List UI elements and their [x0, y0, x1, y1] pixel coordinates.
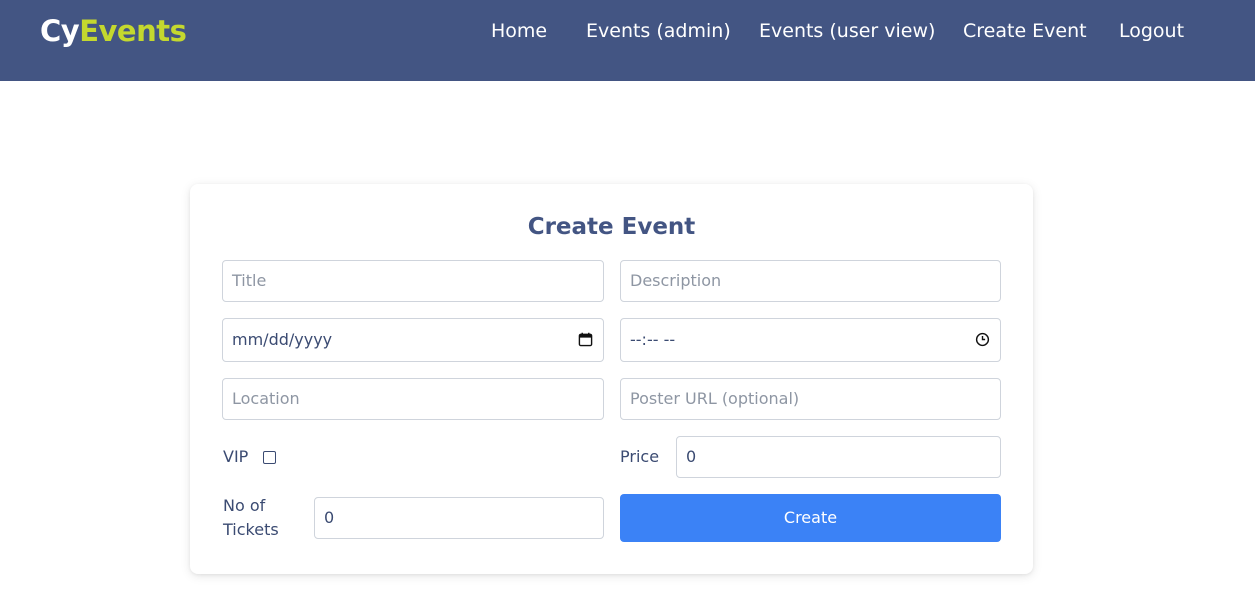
poster-url-placeholder: Poster URL (optional) — [630, 389, 800, 408]
title-placeholder: Title — [232, 271, 267, 290]
tickets-label-line2: Tickets — [223, 520, 279, 539]
navbar: CyEvents Home Events (admin) Events (use… — [0, 0, 1255, 81]
brand-part-cy: Cy — [40, 14, 80, 48]
nav-events-user-view[interactable]: Events (user view) — [759, 19, 935, 43]
time-placeholder: --:-- -- — [630, 330, 676, 349]
create-button[interactable]: Create — [620, 494, 1001, 542]
description-placeholder: Description — [630, 271, 722, 290]
tickets-label: No of Tickets — [223, 494, 279, 542]
time-input[interactable]: --:-- -- — [620, 318, 1001, 362]
date-placeholder: mm/dd/yyyy — [232, 330, 333, 349]
nav-logout[interactable]: Logout — [1119, 19, 1184, 43]
clock-icon[interactable] — [975, 332, 990, 347]
title-input[interactable]: Title — [222, 260, 604, 302]
price-label: Price — [620, 447, 660, 466]
create-event-card: Create Event Title Description mm/dd/yyy… — [190, 184, 1033, 574]
nav-create-event[interactable]: Create Event — [963, 19, 1087, 43]
tickets-input[interactable]: 0 — [314, 497, 604, 539]
vip-label: VIP — [223, 447, 249, 466]
location-input[interactable]: Location — [222, 378, 604, 420]
tickets-label-line1: No of — [223, 496, 266, 515]
brand-logo[interactable]: CyEvents — [40, 14, 187, 48]
price-input[interactable]: 0 — [676, 436, 1001, 478]
description-input[interactable]: Description — [620, 260, 1001, 302]
vip-checkbox[interactable] — [263, 451, 276, 464]
nav-home[interactable]: Home — [491, 19, 547, 43]
tickets-value: 0 — [324, 508, 335, 527]
page-title: Create Event — [527, 214, 696, 240]
brand-part-events: Events — [79, 14, 187, 48]
location-placeholder: Location — [232, 389, 300, 408]
date-input[interactable]: mm/dd/yyyy — [222, 318, 604, 362]
price-value: 0 — [686, 447, 697, 466]
nav-events-admin[interactable]: Events (admin) — [586, 19, 731, 43]
calendar-icon[interactable] — [578, 332, 593, 347]
poster-url-input[interactable]: Poster URL (optional) — [620, 378, 1001, 420]
